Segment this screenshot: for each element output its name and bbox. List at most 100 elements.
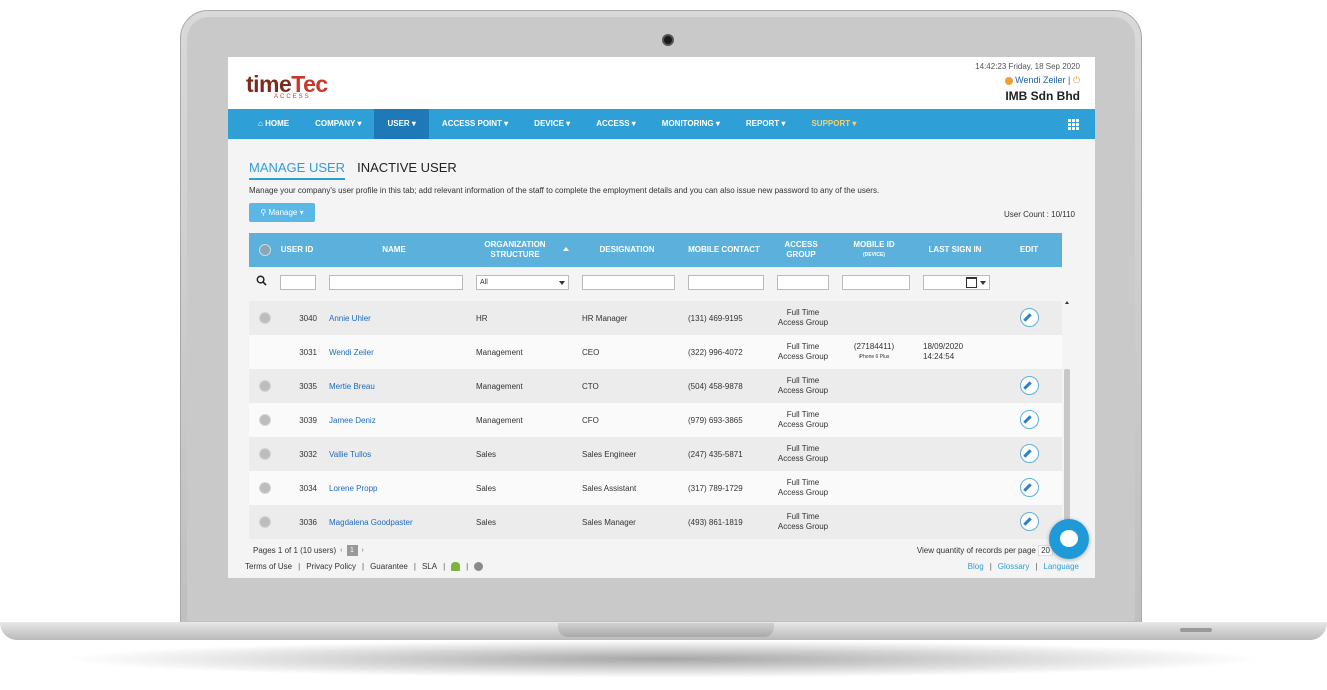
th-designation[interactable]: DESIGNATION <box>583 233 671 267</box>
cell-last-sign-in <box>923 403 993 437</box>
nav-company[interactable]: COMPANY ▾ <box>302 109 374 139</box>
user-name-link[interactable]: Annie Uhler <box>329 314 371 323</box>
nav-support[interactable]: SUPPORT ▾ <box>798 109 869 139</box>
nav-access[interactable]: ACCESS ▾ <box>583 109 649 139</box>
user-name-link[interactable]: Wendi Zeiler <box>329 348 374 357</box>
table-row[interactable]: 3031 Wendi Zeiler Management CEO (322) 996-4… <box>249 335 1062 369</box>
sort-asc-icon[interactable] <box>563 247 569 251</box>
th-user-id[interactable]: USER ID <box>277 233 317 267</box>
user-separator: | <box>1068 75 1071 85</box>
footer-terms-link[interactable]: Terms of Use <box>245 562 292 571</box>
footer-links-left: Terms of Use | Privacy Policy | Guarante… <box>245 562 484 571</box>
manage-button[interactable]: ⚲ Manage ▾ <box>249 203 315 222</box>
tab-inactive-user[interactable]: INACTIVE USER <box>357 160 457 180</box>
cell-mobile-contact: (131) 469-9195 <box>688 313 743 323</box>
nav-home[interactable]: ⌂ HOME <box>228 109 302 139</box>
footer-separator: | <box>298 562 301 571</box>
nav-device[interactable]: DEVICE ▾ <box>521 109 583 139</box>
footer-glossary-link[interactable]: Glossary <box>998 562 1030 571</box>
user-name-link[interactable]: Wendi Zeiler <box>1015 75 1065 85</box>
cell-designation: CFO <box>582 415 599 425</box>
user-status-icon <box>1004 76 1013 85</box>
filter-name[interactable] <box>329 275 463 290</box>
apple-icon[interactable] <box>474 562 484 571</box>
table-row[interactable]: 3032 Vallie Tullos Sales Sales Engineer (247… <box>249 437 1062 471</box>
table-scrollbar[interactable] <box>1064 301 1070 539</box>
table-row[interactable]: 3040 Annie Uhler HR HR Manager (131) 469-919… <box>249 301 1062 335</box>
apps-grid-icon[interactable] <box>1068 119 1079 130</box>
filter-mobile-id[interactable] <box>842 275 910 290</box>
footer-language-link[interactable]: Language <box>1043 562 1079 571</box>
edit-pencil-icon[interactable] <box>1020 478 1039 497</box>
footer-sla-link[interactable]: SLA <box>422 562 437 571</box>
edit-pencil-icon[interactable] <box>1020 444 1039 463</box>
edit-pencil-icon[interactable] <box>1020 308 1039 327</box>
filter-organization-select[interactable]: All <box>476 275 569 290</box>
user-name-link[interactable]: Lorene Propp <box>329 484 377 493</box>
power-icon[interactable]: ⏻ <box>1073 75 1080 85</box>
row-checkbox[interactable] <box>259 516 271 528</box>
cell-designation: Sales Engineer <box>582 449 637 459</box>
user-name-link[interactable]: Vallie Tullos <box>329 450 371 459</box>
row-checkbox[interactable] <box>259 312 271 324</box>
webcam <box>662 34 674 46</box>
th-mobile-id[interactable]: MOBILE ID (DEVICE) <box>841 233 907 267</box>
th-mobile-contact[interactable]: MOBILE CONTACT <box>687 233 761 267</box>
table-row[interactable]: 3034 Lorene Propp Sales Sales Assistant (317… <box>249 471 1062 505</box>
cell-access-group: Full Time Access Group <box>777 308 829 327</box>
cell-name: Mertie Breau <box>329 369 469 403</box>
filter-mobile-contact[interactable] <box>688 275 764 290</box>
edit-pencil-icon[interactable] <box>1020 512 1039 531</box>
row-checkbox[interactable] <box>259 414 271 426</box>
page-number-button[interactable]: 1 <box>346 545 358 556</box>
filter-last-sign-in[interactable] <box>923 275 990 290</box>
nav-report[interactable]: REPORT ▾ <box>733 109 799 139</box>
th-last-sign-in[interactable]: LAST SIGN IN <box>921 233 989 267</box>
chat-bubble-icon[interactable] <box>1049 519 1089 559</box>
user-name-link[interactable]: Magdalena Goodpaster <box>329 518 413 527</box>
table-row[interactable]: 3035 Mertie Breau Management CTO (504) 458-9… <box>249 369 1062 403</box>
search-icon[interactable] <box>256 275 267 286</box>
user-count: User Count : 10/110 <box>1003 210 1075 219</box>
nav-monitoring[interactable]: MONITORING ▾ <box>649 109 733 139</box>
row-checkbox[interactable] <box>259 448 271 460</box>
main-navbar: ⌂ HOME COMPANY ▾ USER ▾ ACCESS POINT ▾ D… <box>228 109 1095 139</box>
th-organization[interactable]: ORGANIZATION STRUCTURE <box>477 233 553 267</box>
nav-user[interactable]: USER ▾ <box>374 109 429 139</box>
select-all-checkbox[interactable] <box>259 244 271 256</box>
table-row[interactable]: 3039 Jamee Deniz Management CFO (979) 693-38… <box>249 403 1062 437</box>
user-name-link[interactable]: Jamee Deniz <box>329 416 376 425</box>
next-page-button[interactable]: › <box>362 547 364 554</box>
tab-manage-user[interactable]: MANAGE USER <box>249 160 346 180</box>
cell-organization: Management <box>476 347 523 357</box>
cell-access-group: Full Time Access Group <box>777 376 829 395</box>
cell-organization: HR <box>476 313 488 323</box>
user-name-link[interactable]: Mertie Breau <box>329 382 375 391</box>
scroll-up-arrow[interactable] <box>1065 301 1069 304</box>
calendar-icon[interactable] <box>966 277 977 288</box>
cell-name: Lorene Propp <box>329 471 469 505</box>
footer-privacy-link[interactable]: Privacy Policy <box>306 562 356 571</box>
th-name[interactable]: NAME <box>329 233 459 267</box>
footer-guarantee-link[interactable]: Guarantee <box>370 562 408 571</box>
table-row[interactable]: 3036 Magdalena Goodpaster Sales Sales Manag… <box>249 505 1062 539</box>
row-checkbox[interactable] <box>259 380 271 392</box>
top-bar: timeTec ACCESS 14:42:23 Friday, 18 Sep 2… <box>228 57 1095 109</box>
nav-access-point[interactable]: ACCESS POINT ▾ <box>429 109 521 139</box>
filter-designation[interactable] <box>582 275 675 290</box>
cell-organization: Sales <box>476 517 497 527</box>
scroll-thumb[interactable] <box>1064 369 1070 539</box>
cell-mobile-contact: (322) 996-4072 <box>688 347 743 357</box>
edit-pencil-icon[interactable] <box>1020 376 1039 395</box>
prev-page-button[interactable]: ‹ <box>340 547 342 554</box>
th-access-group[interactable]: ACCESS GROUP <box>773 233 829 267</box>
pagination-text: Pages 1 of 1 (10 users) <box>253 546 337 555</box>
cell-name: Wendi Zeiler <box>329 335 469 369</box>
row-checkbox[interactable] <box>259 482 271 494</box>
edit-pencil-icon[interactable] <box>1020 410 1039 429</box>
filter-user-id[interactable] <box>280 275 316 290</box>
filter-access-group[interactable] <box>777 275 829 290</box>
footer-blog-link[interactable]: Blog <box>968 562 984 571</box>
cell-designation: Sales Manager <box>582 517 636 527</box>
android-icon[interactable] <box>451 562 461 571</box>
